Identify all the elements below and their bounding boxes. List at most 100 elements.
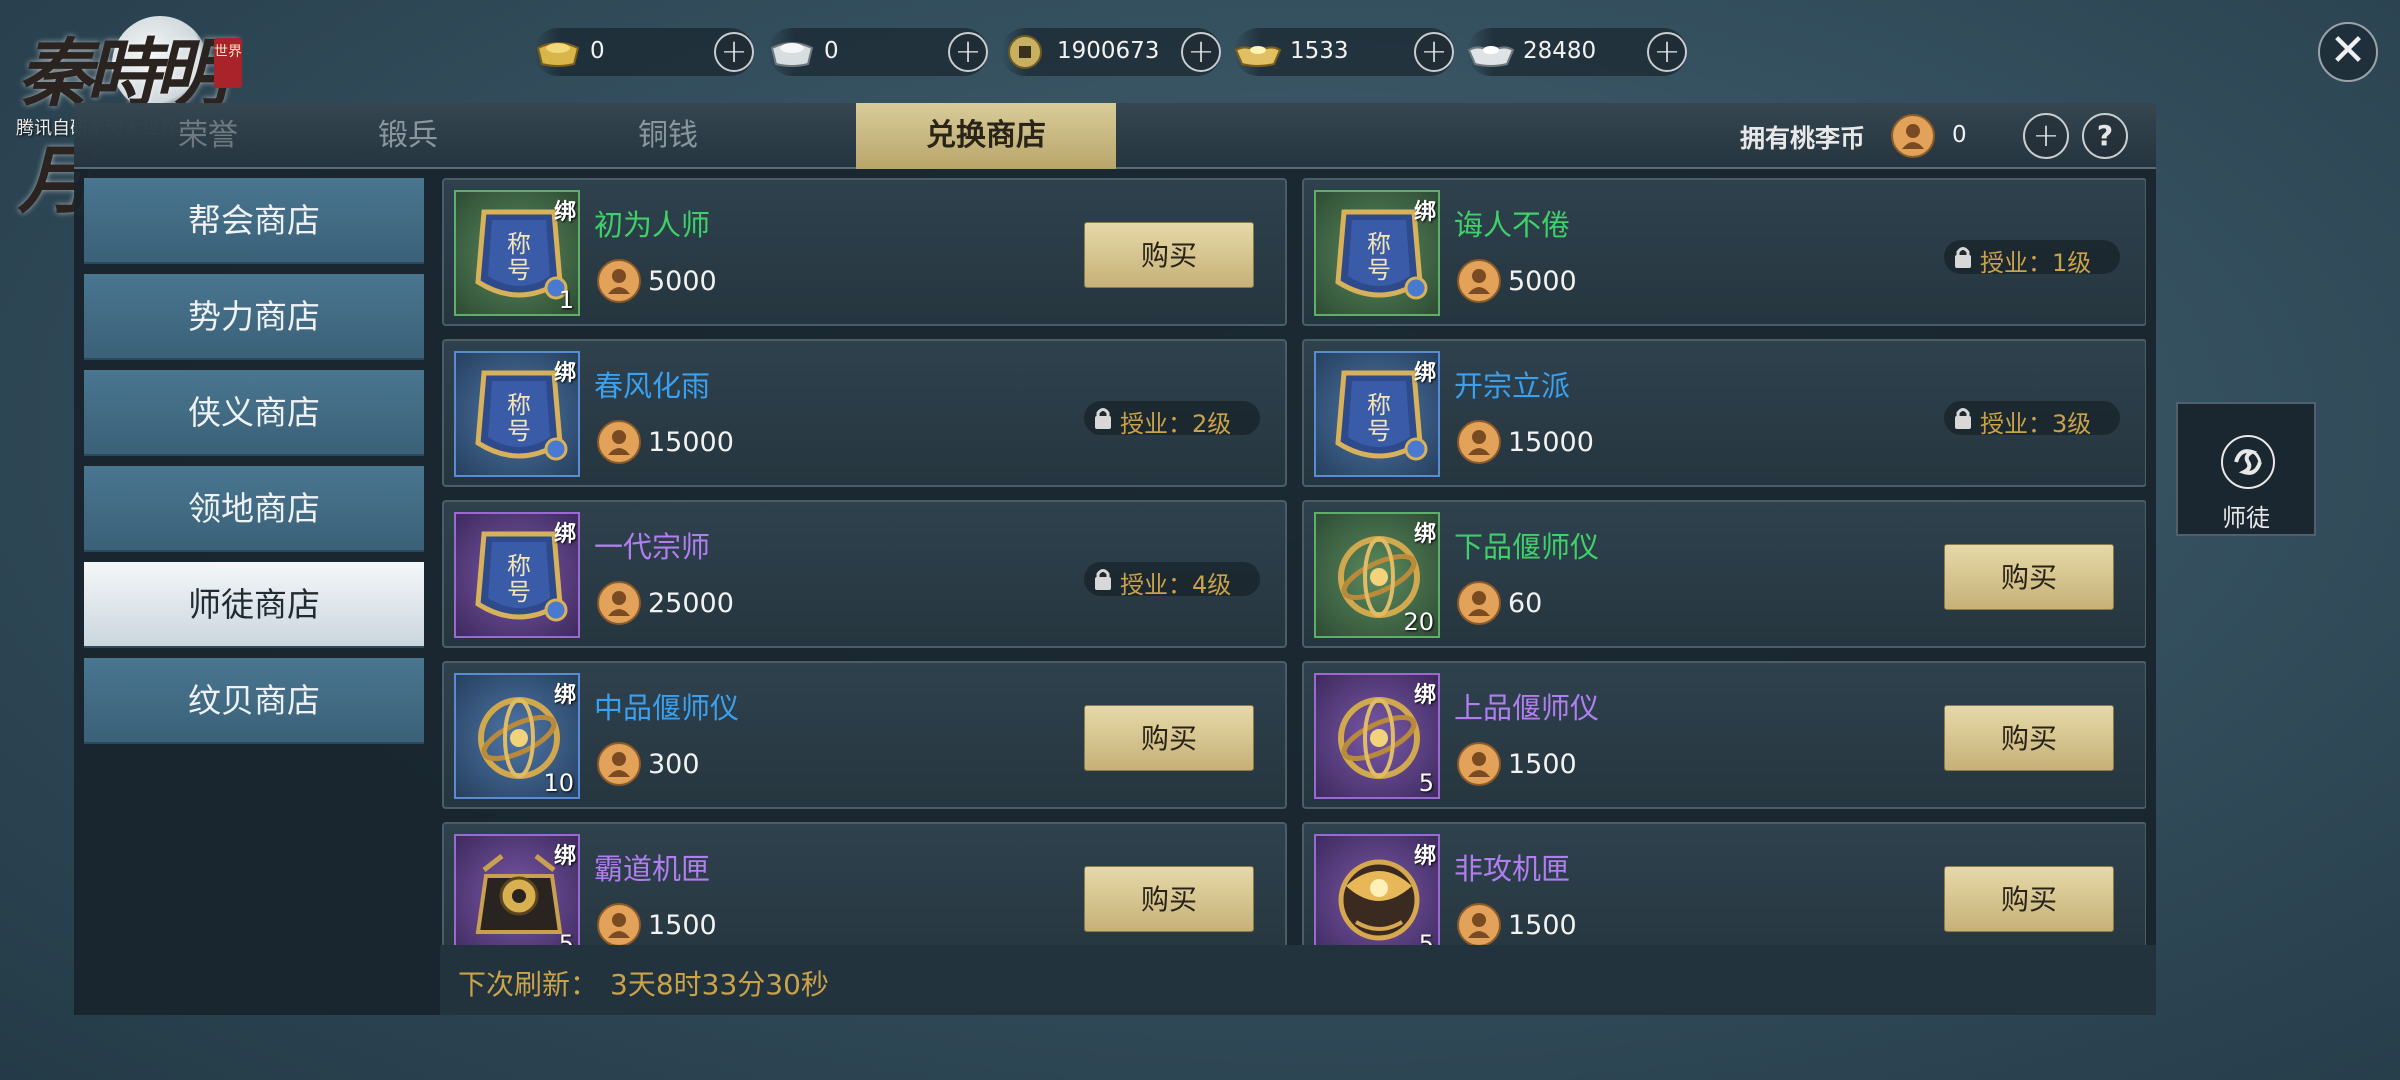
- item-price-value: 5000: [648, 266, 717, 297]
- add-currency-button[interactable]: +: [714, 32, 754, 72]
- item-icon-frame[interactable]: 称号 绑: [454, 351, 580, 477]
- svg-text:号: 号: [507, 417, 531, 445]
- shop-item-card[interactable]: 称号 绑 1 初为人师 5000 购买: [442, 178, 1287, 326]
- buy-button[interactable]: 购买: [1084, 705, 1254, 771]
- taoli-coin-icon: [597, 581, 641, 625]
- owned-currency-value: 0: [1952, 122, 1967, 148]
- item-name: 中品偃师仪: [594, 691, 740, 725]
- taoli-coin-icon: [1457, 581, 1501, 625]
- item-price-value: 25000: [648, 588, 734, 619]
- mentor-button[interactable]: 师徒: [2176, 402, 2316, 536]
- lock-icon: [1955, 247, 1971, 268]
- gold-sycee-icon: [1234, 46, 1282, 67]
- help-button[interactable]: ?: [2082, 113, 2128, 159]
- sidebar-item-shell-shop[interactable]: 纹贝商店: [84, 658, 424, 744]
- currency-value: 0: [824, 38, 839, 64]
- level-requirement-text: 授业：2级: [1120, 410, 1232, 438]
- item-name: 一代宗师: [594, 530, 711, 564]
- item-icon-frame[interactable]: 绑 10: [454, 673, 580, 799]
- shop-item-card[interactable]: 绑 5 霸道机匣 1500 购买: [442, 822, 1287, 945]
- currency-value: 0: [590, 38, 605, 64]
- buy-button[interactable]: 购买: [1084, 222, 1254, 288]
- taoli-coin-icon: [1457, 259, 1501, 303]
- item-icon-frame[interactable]: 称号 绑: [1314, 351, 1440, 477]
- taoli-coin-icon: [597, 259, 641, 303]
- copper-coin-icon: [1008, 35, 1042, 69]
- logo-seal: 世界: [214, 38, 242, 88]
- item-name: 上品偃师仪: [1454, 691, 1600, 725]
- item-name: 春风化雨: [594, 369, 711, 403]
- item-price-value: 15000: [1508, 427, 1594, 458]
- item-price-value: 60: [1508, 588, 1543, 619]
- item-quantity: 20: [1403, 608, 1434, 636]
- add-currency-button[interactable]: +: [1647, 32, 1687, 72]
- shop-item-card[interactable]: 称号 绑开宗立派 15000 授业：3级: [1302, 339, 2146, 487]
- tab-forge[interactable]: 锻兵: [278, 103, 538, 169]
- item-name: 初为人师: [594, 208, 711, 242]
- sidebar-item-faction-shop[interactable]: 势力商店: [84, 274, 424, 360]
- taoli-coin-icon: [1457, 903, 1501, 945]
- item-icon-frame[interactable]: 绑 20: [1314, 512, 1440, 638]
- item-icon-frame[interactable]: 绑5: [1314, 673, 1440, 799]
- close-icon: ✕: [2329, 25, 2367, 76]
- add-currency-button[interactable]: +: [1414, 32, 1454, 72]
- item-name: 下品偃师仪: [1454, 530, 1600, 564]
- svg-text:称: 称: [507, 391, 531, 419]
- svg-text:称: 称: [1367, 391, 1391, 419]
- item-price-value: 300: [648, 749, 700, 780]
- item-name: 诲人不倦: [1454, 208, 1571, 242]
- lock-icon: [1095, 569, 1111, 590]
- bound-tag: 绑: [553, 844, 576, 869]
- taoli-coin-icon: [1457, 420, 1501, 464]
- item-grid[interactable]: 称号绑 1 初为人师 5000 购买称号绑诲人不倦 5000 授业：1级称号绑春风化雨 150…: [440, 178, 2146, 945]
- add-currency-button[interactable]: +: [948, 32, 988, 72]
- item-quantity: 5: [558, 930, 574, 945]
- sidebar-item-territory-shop[interactable]: 领地商店: [84, 466, 424, 552]
- tab-exchange-shop[interactable]: 兑换商店: [856, 103, 1116, 169]
- shop-item-card[interactable]: 绑 5 上品偃师仪 1500 购买: [1302, 661, 2146, 809]
- close-button[interactable]: ✕: [2318, 22, 2378, 82]
- level-requirement-text: 授业：1级: [1980, 249, 2092, 277]
- item-quantity: 5: [1418, 930, 1434, 945]
- buy-button[interactable]: 购买: [1944, 705, 2114, 771]
- level-requirement-text: 授业：3级: [1980, 410, 2092, 438]
- item-quantity: 1: [558, 286, 574, 314]
- sidebar-item-chivalry-shop[interactable]: 侠义商店: [84, 370, 424, 456]
- svg-text:称: 称: [507, 552, 531, 580]
- taoli-coin-icon: [597, 420, 641, 464]
- bound-tag: 绑: [553, 683, 576, 708]
- refresh-bar: 下次刷新： 3天8时33分30秒: [440, 945, 2156, 1015]
- bound-tag: 绑: [553, 361, 576, 386]
- item-icon-frame[interactable]: 绑5: [1314, 834, 1440, 945]
- add-currency-button[interactable]: +: [1181, 32, 1221, 72]
- tab-copper[interactable]: 铜钱: [538, 103, 798, 169]
- item-price-value: 15000: [648, 427, 734, 458]
- currency-copper-coin: 1900673 +: [1001, 28, 1221, 76]
- item-icon-frame[interactable]: 称号 绑 1: [454, 190, 580, 316]
- level-requirement: 授业：3级: [1944, 401, 2120, 438]
- item-icon-frame[interactable]: 绑5: [454, 834, 580, 945]
- shop-item-card[interactable]: 称号 绑诲人不倦 5000 授业：1级: [1302, 178, 2146, 326]
- buy-button[interactable]: 购买: [1944, 866, 2114, 932]
- shop-item-card[interactable]: 称号 绑春风化雨 15000 授业：2级: [442, 339, 1287, 487]
- buy-button[interactable]: 购买: [1084, 866, 1254, 932]
- item-price-value: 1500: [1508, 910, 1577, 941]
- item-price-value: 1500: [648, 910, 717, 941]
- sidebar-item-guild-shop[interactable]: 帮会商店: [84, 178, 424, 264]
- add-taoli-coin-button[interactable]: +: [2023, 113, 2069, 159]
- buy-button[interactable]: 购买: [1944, 544, 2114, 610]
- shop-item-card[interactable]: 绑 5 非攻机匣 1500 购买: [1302, 822, 2146, 945]
- shop-item-card[interactable]: 绑 20 下品偃师仪 60 购买: [1302, 500, 2146, 648]
- shop-item-card[interactable]: 称号 绑一代宗师 25000 授业：4级: [442, 500, 1287, 648]
- item-icon-frame[interactable]: 称号 绑: [1314, 190, 1440, 316]
- currency-silver-ingot: 0 +: [768, 28, 988, 76]
- bound-tag: 绑: [1413, 200, 1436, 225]
- shop-item-card[interactable]: 绑 10 中品偃师仪 300 购买: [442, 661, 1287, 809]
- svg-text:号: 号: [1367, 417, 1391, 445]
- gold-ingot-icon: [536, 42, 580, 67]
- item-icon-frame[interactable]: 称号 绑: [454, 512, 580, 638]
- bound-tag: 绑: [1413, 844, 1436, 869]
- refresh-label: 下次刷新：: [458, 968, 599, 1001]
- sidebar-item-mentor-shop[interactable]: 师徒商店: [84, 562, 424, 648]
- bound-tag: 绑: [553, 522, 576, 547]
